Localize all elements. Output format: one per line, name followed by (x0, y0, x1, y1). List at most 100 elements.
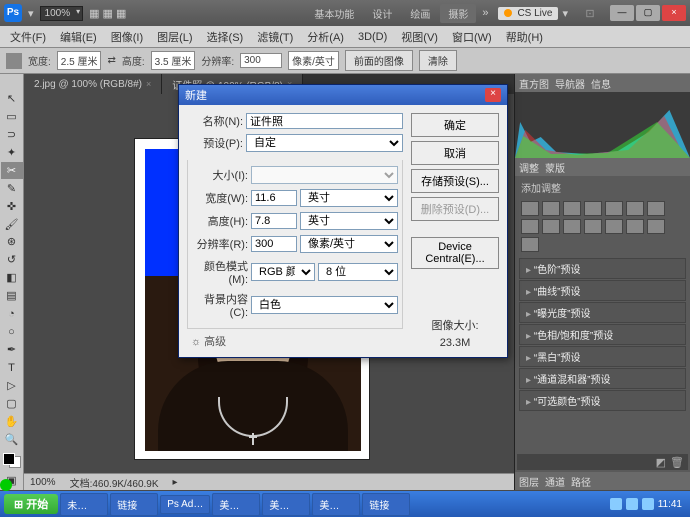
bitdepth-select[interactable]: 8 位 (318, 263, 398, 281)
adj-posterize-icon[interactable] (605, 219, 623, 234)
adj-selectivecolor-icon[interactable] (521, 237, 539, 252)
advanced-toggle[interactable]: ☼ 高级 (187, 329, 403, 349)
adj-trash-icon[interactable]: 🗑 (670, 456, 684, 468)
preset-channelmixer[interactable]: “通道混和器”预设 (519, 368, 686, 389)
menu-filter[interactable]: 滤镜(T) (251, 27, 299, 47)
tray-icon[interactable] (642, 498, 654, 510)
menu-window[interactable]: 窗口(W) (446, 27, 498, 47)
opt-width-field[interactable]: 2.5 厘米 (57, 51, 102, 70)
tab-navigator[interactable]: 导航器 (555, 76, 585, 91)
type-tool[interactable]: T (1, 359, 23, 376)
menu-chevron[interactable]: ▾ (28, 7, 34, 20)
task-item-0[interactable]: 未… (60, 493, 108, 516)
opt-res-unit[interactable]: 像素/英寸 (288, 51, 339, 70)
tab-info[interactable]: 信息 (591, 76, 611, 91)
name-field[interactable] (246, 113, 403, 129)
chevron-down-icon[interactable]: ▾ (560, 7, 570, 20)
dodge-tool[interactable]: ○ (1, 323, 23, 340)
blur-tool[interactable]: ◔ (1, 305, 23, 322)
tab-paths[interactable]: 路径 (571, 474, 591, 489)
menu-help[interactable]: 帮助(H) (500, 27, 549, 47)
brush-tool[interactable]: 🖌 (1, 216, 23, 233)
opt-height-field[interactable]: 3.5 厘米 (151, 51, 196, 70)
adj-colorbalance-icon[interactable] (647, 201, 665, 216)
swap-icon[interactable]: ⇄ (107, 55, 115, 66)
menu-analysis[interactable]: 分析(A) (301, 27, 350, 47)
hand-tool[interactable]: ✋ (1, 413, 23, 430)
dialog-close-button[interactable]: × (485, 88, 501, 102)
menu-select[interactable]: 选择(S) (201, 27, 250, 47)
colormode-select[interactable]: RGB 颜色 (251, 263, 315, 281)
device-central-button[interactable]: Device Central(E)... (411, 237, 499, 269)
preset-selectivecolor[interactable]: “可选颜色”预设 (519, 390, 686, 411)
color-swatches[interactable] (3, 453, 21, 468)
cancel-button[interactable]: 取消 (411, 141, 499, 165)
wand-tool[interactable]: ✦ (1, 144, 23, 161)
heal-tool[interactable]: ✜ (1, 198, 23, 215)
maximize-button[interactable]: ▢ (636, 5, 660, 21)
width-field[interactable] (251, 190, 297, 206)
menu-layer[interactable]: 图层(L) (151, 27, 198, 47)
status-zoom[interactable]: 100% (30, 477, 56, 488)
ws-more-icon[interactable]: » (478, 7, 492, 19)
opt-clear-button[interactable]: 清除 (419, 50, 457, 71)
height-unit-select[interactable]: 英寸 (300, 212, 398, 230)
opt-front-image-button[interactable]: 前面的图像 (345, 50, 413, 71)
view-icons[interactable]: ▦ ▦ ▦ (89, 7, 126, 20)
adj-brightness-icon[interactable] (521, 201, 539, 216)
adj-gradientmap-icon[interactable] (647, 219, 665, 234)
ok-button[interactable]: 确定 (411, 113, 499, 137)
crop-tool[interactable]: ✂ (1, 162, 23, 179)
tab-masks[interactable]: 蒙版 (545, 160, 565, 175)
doc-tab-1[interactable]: 2.jpg @ 100% (RGB/8#)× (24, 74, 162, 94)
task-item-4[interactable]: 美… (262, 493, 310, 516)
tray-icon[interactable] (626, 498, 638, 510)
menu-view[interactable]: 视图(V) (395, 27, 444, 47)
task-item-3[interactable]: 美… (212, 493, 260, 516)
preset-exposure[interactable]: “曝光度”预设 (519, 302, 686, 323)
close-button[interactable]: × (662, 5, 686, 21)
zoom-combo[interactable]: 100% (40, 6, 84, 21)
opt-res-field[interactable]: 300 (240, 53, 282, 68)
adj-levels-icon[interactable] (542, 201, 560, 216)
menu-edit[interactable]: 编辑(E) (54, 27, 103, 47)
shape-tool[interactable]: ▢ (1, 395, 23, 412)
tray-icon[interactable] (610, 498, 622, 510)
adj-photofilter-icon[interactable] (542, 219, 560, 234)
height-field[interactable] (251, 213, 297, 229)
eraser-tool[interactable]: ◧ (1, 269, 23, 286)
resolution-unit-select[interactable]: 像素/英寸 (300, 235, 398, 253)
ws-tab-painting[interactable]: 绘画 (402, 4, 438, 23)
lasso-tool[interactable]: ⊃ (1, 126, 23, 143)
search-icon[interactable]: ⊡ (582, 7, 598, 20)
tab-close-icon[interactable]: × (146, 79, 151, 89)
preset-select[interactable]: 自定 (246, 134, 403, 152)
ws-tab-design[interactable]: 设计 (364, 4, 400, 23)
preset-huesat[interactable]: “色相/饱和度”预设 (519, 324, 686, 345)
width-unit-select[interactable]: 英寸 (300, 189, 398, 207)
background-select[interactable]: 白色 (251, 296, 398, 314)
move-tool[interactable]: ↖ (1, 90, 23, 107)
zoom-tool[interactable]: 🔍 (1, 431, 23, 448)
ws-tab-photography[interactable]: 摄影 (440, 4, 476, 23)
gradient-tool[interactable]: ▤ (1, 287, 23, 304)
quickmask-toggle[interactable]: ▣ (1, 472, 23, 489)
ps-logo[interactable]: Ps (4, 4, 22, 22)
start-button[interactable]: ⊞ 开始 (4, 494, 58, 514)
adj-channelmixer-icon[interactable] (563, 219, 581, 234)
tab-layers[interactable]: 图层 (519, 474, 539, 489)
path-tool[interactable]: ▷ (1, 377, 23, 394)
adj-hue-icon[interactable] (626, 201, 644, 216)
adj-vibrance-icon[interactable] (605, 201, 623, 216)
task-item-5[interactable]: 美… (312, 493, 360, 516)
ws-tab-essentials[interactable]: 基本功能 (306, 4, 362, 23)
marquee-tool[interactable]: ▭ (1, 108, 23, 125)
status-chevron-icon[interactable]: ▸ (173, 477, 178, 488)
adj-invert-icon[interactable] (584, 219, 602, 234)
pen-tool[interactable]: ✒ (1, 341, 23, 358)
cslive-button[interactable]: CS Live (498, 7, 558, 20)
save-preset-button[interactable]: 存储预设(S)... (411, 169, 499, 193)
task-item-6[interactable]: 链接 (362, 493, 410, 516)
eyedropper-tool[interactable]: ✎ (1, 180, 23, 197)
menu-3d[interactable]: 3D(D) (352, 29, 393, 45)
